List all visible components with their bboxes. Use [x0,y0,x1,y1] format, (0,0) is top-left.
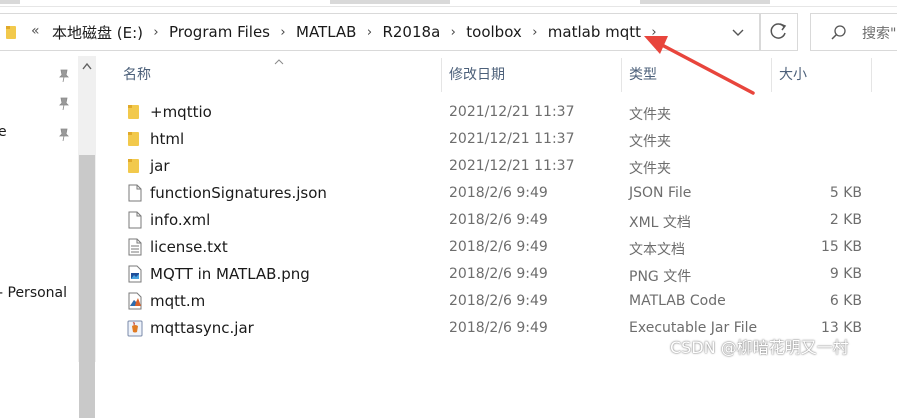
pin-icon[interactable] [57,127,71,141]
file-type: 文本文档 [629,242,685,258]
overflow-chevron[interactable]: « [31,23,40,39]
file-modified: 2018/2/6 9:49 [449,266,548,282]
file-row[interactable]: license.txt 2018/2/6 9:49 文本文档 15 KB [96,234,897,261]
refresh-button[interactable] [760,13,798,51]
text-file-icon [128,238,142,256]
search-placeholder: 搜索" [862,26,897,42]
window-top-edge [0,0,897,7]
folder-icon [128,159,139,173]
file-size: 9 KB [829,266,862,282]
folder-icon [128,105,139,119]
nav-item-personal[interactable]: - Personal [0,285,67,301]
file-row[interactable]: functionSignatures.json 2018/2/6 9:49 JS… [96,180,897,207]
refresh-icon [770,23,787,39]
file-type: 文件夹 [629,107,671,123]
search-icon [831,25,846,40]
file-modified: 2018/2/6 9:49 [449,212,548,228]
file-row[interactable]: html 2021/12/21 11:37 文件夹 [96,126,897,153]
sort-ascending-icon [274,59,284,65]
scroll-up-icon[interactable] [82,62,92,70]
file-name[interactable]: MQTT in MATLAB.png [150,265,310,283]
file-name[interactable]: functionSignatures.json [150,184,327,202]
file-row[interactable]: info.xml 2018/2/6 9:49 XML 文档 2 KB [96,207,897,234]
breadcrumb-separator-icon[interactable]: › [272,25,294,40]
file-name[interactable]: mqttasync.jar [150,319,254,337]
file-modified: 2018/2/6 9:49 [449,293,548,309]
file-type: MATLAB Code [629,293,726,309]
breadcrumb-r2018a[interactable]: R2018a [380,23,442,41]
file-size: 15 KB [820,239,862,255]
file-modified: 2018/2/6 9:49 [449,185,548,201]
file-modified: 2021/12/21 11:37 [449,158,575,174]
file-size: 6 KB [829,293,862,309]
file-row[interactable]: jar 2021/12/21 11:37 文件夹 [96,153,897,180]
breadcrumb-matlab-mqtt[interactable]: matlab mqtt [546,23,643,41]
column-header-modified[interactable]: 修改日期 [449,56,505,94]
file-list: +mqttio 2021/12/21 11:37 文件夹 html 2021/1… [96,99,897,342]
address-bar[interactable]: « 本地磁盘 (E:) › Program Files › MATLAB › R… [0,13,760,51]
column-divider[interactable] [871,58,872,92]
nav-scrollbar[interactable] [78,56,96,418]
column-headers: 名称 修改日期 类型 大小 [96,56,897,94]
file-type: 文件夹 [629,161,671,177]
folder-icon [6,26,16,39]
image-file-icon [128,265,142,283]
column-divider[interactable] [771,58,772,92]
navigation-pane[interactable]: e - Personal [0,56,78,362]
breadcrumb-separator-icon[interactable]: › [145,25,167,40]
json-file-icon [128,184,142,202]
pin-icon[interactable] [57,96,71,110]
chevron-down-icon[interactable] [728,22,748,42]
file-name[interactable]: jar [150,157,170,175]
file-size: 2 KB [829,212,862,228]
breadcrumb-separator-icon[interactable]: › [524,25,546,40]
search-input[interactable]: 搜索" [810,13,897,51]
file-name[interactable]: license.txt [150,238,228,256]
file-type: XML 文档 [629,215,691,231]
file-modified: 2021/12/21 11:37 [449,104,575,120]
file-size: 5 KB [829,185,862,201]
xml-file-icon [128,211,142,229]
file-name[interactable]: info.xml [150,211,210,229]
breadcrumb-separator-icon[interactable]: › [442,25,464,40]
column-divider[interactable] [621,58,622,92]
pin-icon[interactable] [57,68,71,82]
breadcrumb-drive[interactable]: 本地磁盘 (E:) [50,22,145,43]
breadcrumb-separator-icon[interactable]: › [358,25,380,40]
file-modified: 2021/12/21 11:37 [449,131,575,147]
breadcrumb-program-files[interactable]: Program Files [167,23,272,41]
column-divider[interactable] [441,58,442,92]
file-type: JSON File [629,185,692,201]
breadcrumb: 本地磁盘 (E:) › Program Files › MATLAB › R20… [50,14,665,50]
breadcrumb-matlab[interactable]: MATLAB [294,23,358,41]
column-header-name[interactable]: 名称 [123,56,151,94]
file-name[interactable]: mqtt.m [150,292,205,310]
file-row[interactable]: mqtt.m 2018/2/6 9:49 MATLAB Code 6 KB [96,288,897,315]
folder-icon [128,132,139,146]
file-name[interactable]: html [150,130,184,148]
column-header-type[interactable]: 类型 [629,56,657,94]
breadcrumb-separator-icon[interactable]: › [643,25,665,40]
file-type: PNG 文件 [629,269,692,285]
matlab-file-icon [128,292,142,310]
breadcrumb-toolbox[interactable]: toolbox [464,23,524,41]
file-modified: 2018/2/6 9:49 [449,239,548,255]
file-type: 文件夹 [629,134,671,150]
file-name[interactable]: +mqttio [150,103,212,121]
watermark: CSDN @柳暗花明又一村 [670,338,849,357]
column-header-size[interactable]: 大小 [779,56,807,94]
file-modified: 2018/2/6 9:49 [449,320,548,336]
file-row[interactable]: MQTT in MATLAB.png 2018/2/6 9:49 PNG 文件 … [96,261,897,288]
scrollbar-thumb[interactable] [79,155,95,418]
nav-item-fragment[interactable]: e [0,124,7,140]
file-row[interactable]: +mqttio 2021/12/21 11:37 文件夹 [96,99,897,126]
jar-file-icon [127,320,143,337]
